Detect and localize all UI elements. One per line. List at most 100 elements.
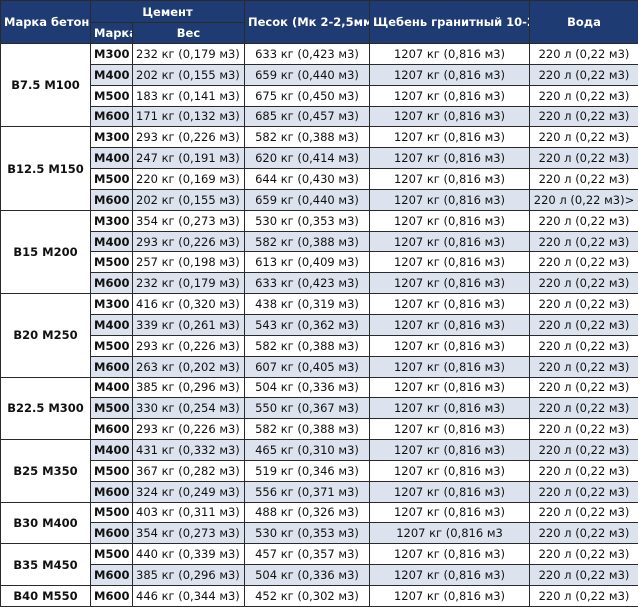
water-cell: 220 л (0,22 м3): [529, 105, 638, 128]
cement-grade-cell: М600: [90, 584, 133, 607]
sand-cell: 582 кг (0,388 м3): [244, 334, 370, 357]
water-cell: 220 л (0,22 м3): [529, 63, 638, 86]
gravel-cell: 1207 кг (0,816 м3): [369, 147, 530, 170]
sand-cell: 530 кг (0,353 м3): [244, 522, 370, 545]
cement-grade-cell: М600: [90, 188, 133, 211]
gravel-cell: 1207 кг (0,816 м3): [369, 63, 530, 86]
cement-weight-cell: 293 кг (0,226 м3): [132, 418, 245, 441]
cement-weight-cell: 324 кг (0,249 м3): [132, 480, 245, 503]
cement-grade-cell: М500: [90, 84, 133, 107]
water-cell: 220 л (0,22 м3): [529, 480, 638, 503]
water-cell: 220 л (0,22 м3): [529, 230, 638, 253]
header-cement-grade: Марка: [90, 22, 133, 44]
sand-cell: 465 кг (0,310 м3): [244, 439, 370, 461]
sand-cell: 438 кг (0,319 м3): [244, 293, 370, 315]
table-row: B12.5 M150 М300 293 кг (0,226 м3) 582 кг (0…: [0, 126, 638, 211]
cement-grade-cell: М600: [90, 272, 133, 295]
gravel-cell: 1207 кг (0,816 м3): [369, 397, 530, 420]
cement-grade-cell: М400: [90, 439, 133, 461]
gravel-cell: 1207 кг (0,816 м3): [369, 334, 530, 357]
table-row: М400 293 кг (0,226 м3) 582 кг (0,388 м3) 12…: [1, 230, 638, 253]
water-cell: 220 л (0,22 м3): [529, 522, 638, 545]
cement-grade-cell: М300: [90, 43, 133, 65]
table-row: B25 M350 М400 431 кг (0,332 м3) 465 кг (0,3…: [0, 439, 638, 503]
gravel-cell: 1207 кг (0,816 м3): [369, 105, 530, 128]
water-cell: 220 л (0,22 м3): [529, 43, 638, 65]
cement-grade-cell: М400: [90, 230, 133, 253]
gravel-cell: 1207 кг (0,816 м3): [369, 584, 530, 607]
table-row: М600 324 кг (0,249 м3) 556 кг (0,371 м3) 12…: [1, 480, 638, 503]
cement-weight-cell: 385 кг (0,296 м3): [132, 564, 245, 586]
water-cell: 220 л (0,22 м3): [529, 209, 638, 232]
cement-weight-cell: 367 кг (0,282 м3): [132, 459, 245, 482]
table-row: B30 M400 М500 403 кг (0,311 м3) 488 кг (0,3…: [0, 501, 638, 545]
water-cell: 220 л (0,22 м3): [529, 334, 638, 357]
cement-weight-cell: 354 кг (0,273 м3): [132, 209, 245, 232]
table-row: М400 339 кг (0,261 м3) 543 кг (0,362 м3) 12…: [1, 313, 638, 336]
sand-cell: 457 кг (0,357 м3): [244, 543, 370, 566]
sand-cell: 633 кг (0,423 м3): [244, 43, 370, 65]
sand-cell: 644 кг (0,430 м3): [244, 168, 370, 190]
cement-grade-cell: М500: [90, 501, 133, 524]
cement-weight-cell: 403 кг (0,311 м3): [132, 501, 245, 524]
cement-weight-cell: 293 кг (0,226 м3): [132, 230, 245, 253]
water-cell: 220 л (0,22 м3): [529, 439, 638, 461]
gravel-cell: 1207 кг (0,816 м3): [369, 230, 530, 253]
table-row: М500 367 кг (0,282 м3) 519 кг (0,346 м3) 12…: [1, 459, 638, 482]
cement-weight-cell: 220 кг (0,169 м3): [132, 168, 245, 190]
cement-grade-cell: М500: [90, 543, 133, 566]
table-row: B7.5 M100 М300 232 кг (0,179 м3) 633 кг (0,…: [0, 42, 638, 128]
cement-grade-cell: М600: [90, 522, 133, 545]
cement-weight-cell: 339 кг (0,261 м3): [132, 313, 245, 336]
sand-cell: 550 кг (0,367 м3): [244, 397, 370, 420]
gravel-cell: 1207 кг (0,816 м3): [369, 188, 530, 211]
water-cell: 220 л (0,22 м3): [529, 459, 638, 482]
water-cell: 220 л (0,22 м3): [529, 126, 638, 149]
table-row: B22.5 M300 М400 385 кг (0,296 м3) 504 кг (0…: [0, 376, 638, 441]
water-cell: 220 л (0,22 м3): [529, 564, 638, 586]
header-cement: Цемент: [90, 0, 245, 23]
cement-weight-cell: 330 кг (0,254 м3): [132, 397, 245, 420]
cement-grade-cell: М300: [90, 126, 133, 149]
gravel-cell: 1207 кг (0,816 м3): [369, 564, 530, 586]
sand-cell: 607 кг (0,405 м3): [244, 355, 370, 378]
gravel-cell: 1207 кг (0,816 м3): [369, 168, 530, 190]
cement-grade-cell: М400: [90, 376, 133, 399]
water-cell: 220 л (0,22 м3): [529, 251, 638, 274]
concrete-grade-cell: B15 M200: [0, 209, 91, 295]
sand-cell: 582 кг (0,388 м3): [244, 418, 370, 441]
sand-cell: 659 кг (0,440 м3): [244, 188, 370, 211]
gravel-cell: 1207 кг (0,816 м3): [369, 313, 530, 336]
gravel-cell: 1207 кг (0,816 м3): [369, 126, 530, 149]
cement-grade-cell: М300: [90, 293, 133, 315]
water-cell: 220 л (0,22 м3): [529, 418, 638, 441]
table-row: М400 247 кг (0,191 м3) 620 кг (0,414 м3) 12…: [1, 147, 638, 170]
cement-weight-cell: 183 кг (0,141 м3): [132, 84, 245, 107]
table-row: М500 330 кг (0,254 м3) 550 кг (0,367 м3) 12…: [1, 397, 638, 420]
cement-weight-cell: 202 кг (0,155 м3): [132, 63, 245, 86]
water-cell: 220 л (0,22 м3): [529, 293, 638, 315]
concrete-grade-cell: B30 M400: [0, 501, 91, 545]
table-row: М600 385 кг (0,296 м3) 504 кг (0,336 м3) 12…: [1, 564, 638, 586]
gravel-cell: 1207 кг (0,816 м3): [369, 480, 530, 503]
gravel-cell: 1207 кг (0,816 м3): [369, 355, 530, 378]
water-cell: 220 л (0,22 м3): [529, 147, 638, 170]
cement-weight-cell: 440 кг (0,339 м3): [132, 543, 245, 566]
cement-grade-cell: М400: [90, 147, 133, 170]
sand-cell: 582 кг (0,388 м3): [244, 230, 370, 253]
cement-grade-cell: М600: [90, 105, 133, 128]
sand-cell: 504 кг (0,336 м3): [244, 564, 370, 586]
table-row: М600 171 кг (0,132 м3) 685 кг (0,457 м3) 12…: [1, 105, 638, 128]
sand-cell: 582 кг (0,388 м3): [244, 126, 370, 149]
cement-weight-cell: 202 кг (0,155 м3): [132, 188, 245, 211]
table-row: М500 220 кг (0,169 м3) 644 кг (0,430 м3) 12…: [1, 168, 638, 190]
gravel-cell: 1207 кг (0,816 м3): [369, 501, 530, 524]
water-cell: 220 л (0,22 м3): [529, 313, 638, 336]
cement-weight-cell: 446 кг (0,344 м3): [132, 584, 245, 607]
cement-grade-cell: М400: [90, 313, 133, 336]
water-cell: 220 л (0,22 м3): [529, 397, 638, 420]
cement-weight-cell: 247 кг (0,191 м3): [132, 147, 245, 170]
cement-weight-cell: 431 кг (0,332 м3): [132, 439, 245, 461]
water-cell: 220 л (0,22 м3): [529, 376, 638, 399]
water-cell: 220 л (0,22 м3): [529, 168, 638, 190]
